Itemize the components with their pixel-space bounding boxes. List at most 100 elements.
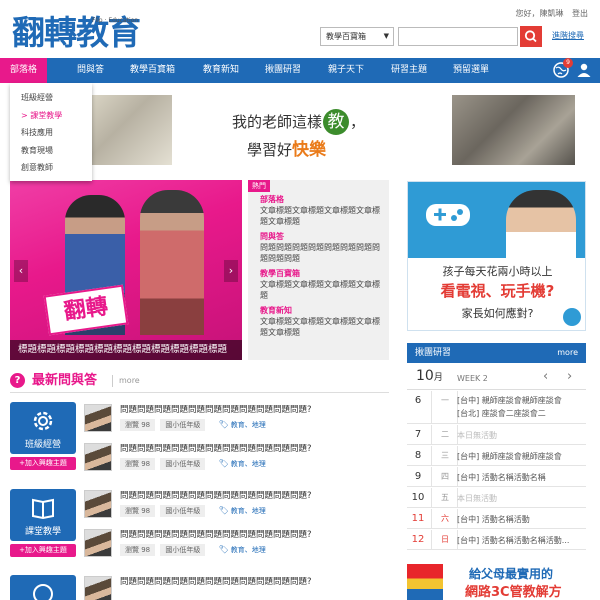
avatar[interactable]	[84, 529, 112, 557]
avatar[interactable]	[84, 404, 112, 432]
blog-dropdown-menu: 班級經營 > 課堂教學 科技應用 教育現場 創意教師	[10, 83, 92, 181]
hot-section-link[interactable]: 文章標題文章標題文章標題文章標題文章標題	[260, 316, 386, 338]
category-block: 課堂教學 +加入興趣主題	[10, 489, 76, 557]
category-tile-classroom-teaching[interactable]: 課堂教學	[10, 489, 76, 541]
qa-meta: 瀏覽 98 國小低年級 🏷 教育、地理	[120, 419, 266, 431]
category-label: 課堂教學	[24, 527, 61, 537]
hot-section-title[interactable]: 教學百寶箱	[260, 268, 389, 279]
chevron-left-icon[interactable]: ‹	[543, 369, 548, 384]
nav-item-blog[interactable]: 部落格	[0, 58, 48, 83]
category-icon	[33, 584, 53, 600]
main-nav: 部落格 問與答 教學百寶箱 教育新知 揪團研習 親子天下 研習主題 預留選單 9	[0, 58, 600, 83]
category-tile-partial[interactable]	[10, 575, 76, 600]
logout-link[interactable]: 登出	[572, 9, 588, 18]
level-chip[interactable]: 國小低年級	[160, 419, 206, 431]
chevron-right-icon[interactable]: ›	[567, 369, 572, 384]
nav-item-reserved[interactable]: 預留選單	[453, 58, 489, 83]
carousel-next-arrow-icon[interactable]: ›	[224, 260, 238, 282]
calendar-month-bar: 10月 WEEK 2 ‹ ›	[407, 366, 586, 390]
category-tile-class-management[interactable]: 班級經營	[10, 402, 76, 454]
featured-carousel[interactable]: 翻轉 ‹ › 標題標題標題標題標題標題標題標題標題標題標題	[10, 180, 242, 360]
calendar-row[interactable]: 9 四 [台中] 活動名稱活動名稱	[407, 467, 586, 487]
calendar-no-event: 本日無活動	[457, 431, 497, 440]
nav-item-workshops[interactable]: 揪團研習	[265, 58, 301, 83]
calendar-event[interactable]: [台中] 親師座談會親師座談會	[457, 450, 586, 463]
nav-item-parenting[interactable]: 親子天下	[328, 58, 364, 83]
promo-banner[interactable]: 我的老師這樣教， 學習好快樂	[92, 95, 575, 165]
calendar-day: 7	[414, 429, 422, 440]
level-chip[interactable]: 國小低年級	[160, 505, 206, 517]
user-icon[interactable]	[576, 62, 592, 78]
search-button[interactable]	[520, 26, 542, 47]
dropdown-item-edu-field[interactable]: 教育現場	[10, 142, 92, 160]
dropdown-item-class-management[interactable]: 班級經營	[10, 89, 92, 107]
nav-item-toolbox[interactable]: 教學百寶箱	[130, 58, 175, 83]
chevron-down-icon: ▼	[383, 32, 389, 40]
qa-question-link[interactable]: 問題問題問題問題問題問題問題問題問題問題問題?	[120, 575, 312, 587]
qa-question-link[interactable]: 問題問題問題問題問題問題問題問題問題問題問題?	[120, 403, 312, 415]
qa-tags[interactable]: 🏷 教育、地理	[219, 545, 266, 555]
banner-photo-hands	[452, 95, 575, 165]
calendar-event[interactable]: [台北] 座談會二座談會二	[457, 407, 586, 420]
parenting-ad[interactable]: 孩子每天花兩小時以上 看電視、玩手機? 家長如何應對?	[407, 181, 586, 331]
hot-section-link[interactable]: 文章標題文章標題文章標題文章標題文章標題	[260, 205, 386, 227]
hot-section-title[interactable]: 部落格	[260, 194, 389, 205]
dropdown-item-creative-teacher[interactable]: 創意教師	[10, 159, 92, 177]
qa-meta: 瀏覽 98 國小低年級 🏷 教育、地理	[120, 505, 266, 517]
book-ad[interactable]: 給父母最實用的 網路3C管教解方	[407, 562, 586, 600]
advanced-search-link[interactable]: 進階搜尋	[552, 30, 584, 41]
calendar-event[interactable]: [台中] 活動名稱活動名稱活動...	[457, 534, 586, 547]
calendar-row[interactable]: 10 五 本日無活動	[407, 488, 586, 508]
avatar[interactable]	[84, 490, 112, 518]
calendar-header: 揪團研習 more	[407, 343, 586, 363]
hot-section-link[interactable]: 文章標題文章標題文章標題文章標題	[260, 279, 386, 301]
site-logo[interactable]: 翻轉教育 Flip · Education	[12, 12, 147, 54]
search-input[interactable]	[398, 27, 518, 46]
qa-tags[interactable]: 🏷 教育、地理	[219, 459, 266, 469]
calendar-event[interactable]: [台中] 活動名稱活動	[457, 513, 586, 526]
level-chip[interactable]: 國小低年級	[160, 544, 206, 556]
calendar-row[interactable]: 6 一 [台中] 親師座談會親師座談會 [台北] 座談會二座談會二	[407, 391, 586, 424]
qa-question-link[interactable]: 問題問題問題問題問題問題問題問題問題問題問題?	[120, 442, 312, 454]
search-category-select[interactable]: 教學百寶箱 ▼	[320, 27, 394, 46]
qa-meta: 瀏覽 98 國小低年級 🏷 教育、地理	[120, 544, 266, 556]
tag-icon: 🏷	[218, 506, 229, 515]
notification-badge: 9	[563, 58, 573, 68]
nav-item-topics[interactable]: 研習主題	[391, 58, 427, 83]
ad-line-2: 網路3C管教解方	[465, 585, 562, 600]
featured-photo-person	[140, 190, 204, 335]
user-greeting-link[interactable]: 您好，陳凱琳	[515, 9, 563, 18]
nav-item-qa[interactable]: 問與答	[77, 58, 104, 83]
dropdown-item-tech[interactable]: 科技應用	[10, 124, 92, 142]
hot-section-title[interactable]: 問與答	[260, 231, 389, 242]
calendar-event[interactable]: [台中] 親師座談會親師座談會	[457, 394, 586, 407]
dropdown-item-classroom-teaching[interactable]: > 課堂教學	[10, 107, 92, 125]
qa-more-link[interactable]: more	[112, 375, 140, 387]
nav-item-edu-news[interactable]: 教育新知	[203, 58, 239, 83]
qa-tags[interactable]: 🏷 教育、地理	[219, 420, 266, 430]
avatar[interactable]	[84, 576, 112, 600]
qa-question-link[interactable]: 問題問題問題問題問題問題問題問題問題問題問題?	[120, 528, 312, 540]
avatar[interactable]	[84, 443, 112, 471]
hot-topics-panel: 部落格 文章標題文章標題文章標題文章標題文章標題 問與答 問題問題問題問題問題問…	[248, 180, 389, 360]
calendar-day: 11	[411, 513, 425, 524]
views-chip: 瀏覽 98	[120, 419, 156, 431]
level-chip[interactable]: 國小低年級	[160, 458, 206, 470]
calendar-row[interactable]: 12 日 [台中] 活動名稱活動名稱活動...	[407, 530, 586, 550]
featured-caption[interactable]: 標題標題標題標題標題標題標題標題標題標題標題	[10, 340, 242, 360]
calendar-event[interactable]: [台中] 活動名稱活動名稱	[457, 471, 586, 484]
calendar-row[interactable]: 8 三 [台中] 親師座談會親師座談會	[407, 446, 586, 466]
ad-line-1: 給父母最實用的	[469, 567, 554, 581]
carousel-prev-arrow-icon[interactable]: ‹	[14, 260, 28, 282]
add-interest-button[interactable]: +加入興趣主題	[10, 544, 76, 557]
hot-section-link[interactable]: 問題問題問題問題問題問題問題問題問題問題	[260, 242, 386, 264]
calendar-weekday: 一	[441, 396, 449, 405]
ad-logo-icon	[563, 308, 581, 326]
hot-section-title[interactable]: 教育新知	[260, 305, 389, 316]
qa-tags[interactable]: 🏷 教育、地理	[219, 506, 266, 516]
calendar-more-link[interactable]: more	[557, 343, 578, 363]
calendar-row[interactable]: 11 六 [台中] 活動名稱活動	[407, 509, 586, 529]
calendar-row[interactable]: 7 二 本日無活動	[407, 425, 586, 445]
qa-question-link[interactable]: 問題問題問題問題問題問題問題問題問題問題問題?	[120, 489, 312, 501]
add-interest-button[interactable]: +加入興趣主題	[10, 457, 76, 470]
